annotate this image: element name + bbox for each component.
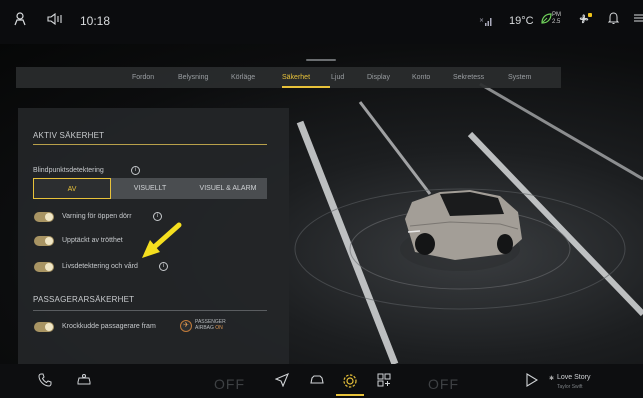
blindspot-option-visuellt[interactable]: VISUELLT <box>111 178 189 199</box>
menu-icon[interactable] <box>634 12 643 27</box>
passenger-airbag-label: Krockkudde passagerare fram <box>62 323 156 330</box>
tab-korlage[interactable]: Körläge <box>231 74 255 81</box>
tab-display[interactable]: Display <box>367 74 390 81</box>
section-title-active-safety: AKTIV SÄKERHET <box>33 131 105 140</box>
blindspot-label: Blindpunktsdetektering <box>33 167 104 174</box>
life-detection-toggle[interactable] <box>34 262 54 272</box>
drawer-handle[interactable] <box>306 59 336 61</box>
active-tab-indicator <box>282 86 330 88</box>
airbag-icon: ✈ <box>180 320 192 332</box>
settings-tab-bar: Fordon Belysning Körläge Säkerhet Ljud D… <box>16 67 561 88</box>
passenger-airbag-toggle[interactable] <box>34 322 54 332</box>
leaf-icon <box>541 13 552 27</box>
pm-label: PM <box>552 12 561 18</box>
pointer-arrow-icon <box>142 222 182 258</box>
temperature[interactable]: 19°C <box>509 15 534 27</box>
navigation-icon[interactable] <box>274 372 290 390</box>
bluetooth-icon: ✱ <box>549 376 555 382</box>
person-icon[interactable] <box>14 12 26 29</box>
svg-text:×: × <box>479 17 484 24</box>
airbag-status: PASSENGER AIRBAG ON <box>195 319 226 331</box>
settings-icon[interactable] <box>342 373 358 392</box>
blindspot-segmented-control: AV VISUELLT VISUEL & ALARM <box>33 178 267 199</box>
tab-belysning[interactable]: Belysning <box>178 74 208 81</box>
pm-value: 2.5 <box>552 19 561 25</box>
now-playing-artist: Taylor Swift <box>557 384 583 390</box>
life-detection-label: Livsdetektering och vård <box>62 263 138 270</box>
tab-fordon[interactable]: Fordon <box>132 74 154 81</box>
section-title-passenger-safety: PASSAGERARSÄKERHET <box>33 295 135 304</box>
fan-status-dot <box>588 13 592 17</box>
section-divider <box>33 310 267 311</box>
bell-icon[interactable] <box>607 12 620 27</box>
tab-ljud[interactable]: Ljud <box>331 74 344 81</box>
section-divider <box>33 144 267 145</box>
status-bar: 10:18 × 19°C PM 2.5 <box>0 0 643 44</box>
active-dock-indicator <box>336 394 364 396</box>
left-climate-status[interactable]: OFF <box>214 376 245 392</box>
clock: 10:18 <box>80 14 111 28</box>
door-warning-label: Varning för öppen dörr <box>62 213 132 220</box>
door-warning-toggle[interactable] <box>34 212 54 222</box>
tab-sekretess[interactable]: Sekretess <box>453 74 484 81</box>
bottom-dock: OFF OFF ✱ Love Story Taylor Swift <box>0 364 643 398</box>
pm-indicator: PM 2.5 <box>552 12 561 26</box>
car-fan-icon[interactable] <box>76 373 92 390</box>
car-icon[interactable] <box>309 373 325 390</box>
apps-icon[interactable] <box>377 373 391 390</box>
airbag-status-line2: AIRBAG <box>195 325 214 331</box>
right-climate-status[interactable]: OFF <box>428 376 459 392</box>
phone-icon[interactable] <box>38 373 52 390</box>
blindspot-option-av[interactable]: AV <box>33 178 111 199</box>
blindspot-option-visuel-alarm[interactable]: VISUEL & ALARM <box>189 178 267 199</box>
tab-sakerhet[interactable]: Säkerhet <box>282 74 310 81</box>
fatigue-detection-toggle[interactable] <box>34 236 54 246</box>
tab-konto[interactable]: Konto <box>412 74 430 81</box>
info-icon[interactable]: i <box>159 262 168 271</box>
info-icon[interactable]: i <box>153 212 162 221</box>
airbag-status-state: ON <box>215 325 223 331</box>
signal-icon: × <box>479 16 493 29</box>
fatigue-detection-label: Upptäckt av trötthet <box>62 237 123 244</box>
tab-system[interactable]: System <box>508 74 531 81</box>
play-icon[interactable] <box>526 373 539 390</box>
now-playing-title[interactable]: Love Story <box>557 374 590 381</box>
info-icon[interactable]: i <box>131 166 140 175</box>
volume-icon[interactable] <box>47 12 63 28</box>
